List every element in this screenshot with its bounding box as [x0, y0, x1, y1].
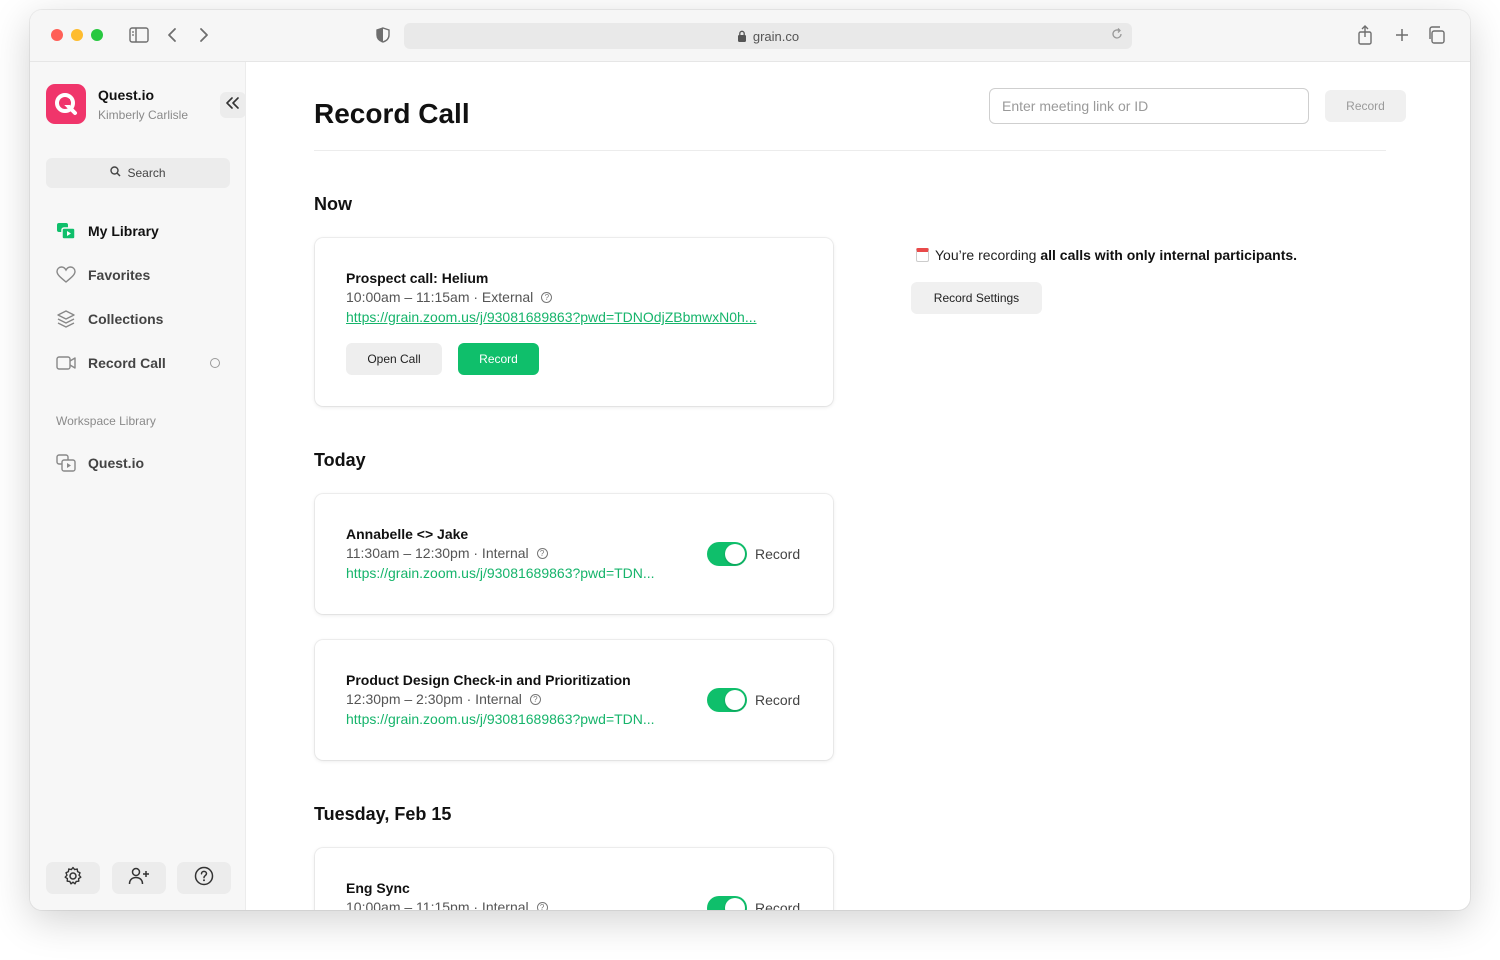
back-icon[interactable]	[161, 24, 183, 46]
record-link-button[interactable]: Record	[1325, 90, 1406, 122]
call-time: 11:30am – 12:30pm · Internal ?	[346, 545, 548, 561]
call-time: 10:00am – 11:15pm · Internal ?	[346, 899, 548, 910]
meeting-link-input[interactable]	[989, 88, 1309, 124]
call-title: Annabelle <> Jake	[346, 526, 469, 542]
forward-icon[interactable]	[193, 24, 215, 46]
call-time-text: 10:00am – 11:15pm · Internal	[346, 899, 529, 910]
record-settings-button[interactable]: Record Settings	[911, 282, 1042, 314]
record-call-button[interactable]: Record	[458, 343, 539, 375]
collapse-sidebar-button[interactable]	[220, 92, 246, 118]
share-icon[interactable]	[1354, 24, 1376, 46]
sidebar-item-label: Record Call	[88, 355, 166, 371]
heart-icon	[56, 265, 76, 285]
double-chevron-left-icon	[226, 96, 240, 114]
zoom-window-button[interactable]	[91, 29, 103, 41]
invite-user-button[interactable]	[112, 862, 166, 894]
search-icon	[110, 166, 122, 180]
url-text: grain.co	[752, 28, 800, 44]
info-icon[interactable]: ?	[536, 901, 548, 910]
workspace-library-heading: Workspace Library	[56, 414, 156, 428]
sidebar-item-record-call[interactable]: Record Call	[46, 346, 230, 380]
call-card-tuesday-1: Eng Sync 10:00am – 11:15pm · Internal ? …	[315, 848, 833, 910]
tab-overview-icon[interactable]	[1425, 24, 1447, 46]
calendar-icon	[916, 248, 929, 262]
notice-bold: all calls with only internal participant…	[1040, 247, 1298, 263]
call-time-text: 10:00am – 11:15am · External	[346, 289, 534, 305]
main-content: Record Call Record Now Prospect call: He…	[246, 62, 1470, 910]
header-divider	[314, 150, 1386, 151]
search-label: Search	[127, 166, 166, 180]
recording-status-indicator	[210, 358, 220, 368]
record-toggle[interactable]	[707, 688, 747, 712]
privacy-shield-icon[interactable]	[372, 24, 394, 46]
search-button[interactable]: Search	[46, 158, 230, 188]
sidebar-item-my-library[interactable]: My Library	[46, 214, 230, 248]
workspace-library-icon	[56, 453, 76, 473]
address-bar[interactable]: grain.co	[404, 23, 1132, 49]
call-title: Product Design Check-in and Prioritizati…	[346, 672, 631, 688]
info-icon[interactable]: ?	[541, 291, 553, 303]
sidebar-item-label: Favorites	[88, 267, 151, 283]
info-icon[interactable]: ?	[529, 693, 541, 705]
add-user-icon	[128, 867, 150, 890]
call-time: 10:00am – 11:15am · External ?	[346, 289, 553, 305]
record-toggle-label: Record	[755, 692, 801, 708]
sidebar-item-workspace-quest[interactable]: Quest.io	[46, 446, 230, 480]
call-link[interactable]: https://grain.zoom.us/j/93081689863?pwd=…	[346, 309, 757, 325]
section-heading-tuesday: Tuesday, Feb 15	[314, 804, 452, 824]
close-window-button[interactable]	[51, 29, 63, 41]
open-call-button[interactable]: Open Call	[346, 343, 442, 375]
call-card-now: Prospect call: Helium 10:00am – 11:15am …	[315, 238, 833, 406]
help-button[interactable]	[177, 862, 231, 894]
layers-icon	[56, 309, 76, 329]
section-heading-now: Now	[314, 194, 352, 214]
sidebar-item-favorites[interactable]: Favorites	[46, 258, 230, 292]
call-time-text: 11:30am – 12:30pm · Internal	[346, 545, 529, 561]
quest-logo-icon	[46, 84, 86, 124]
record-toggle-label: Record	[755, 546, 801, 562]
new-tab-icon[interactable]	[1391, 24, 1413, 46]
toggle-knob	[725, 690, 745, 710]
page-title: Record Call	[314, 98, 470, 129]
toggle-knob	[725, 544, 745, 564]
browser-window: grain.co Quest.io Kimberly Carlisle Sear…	[30, 10, 1470, 910]
call-time: 12:30pm – 2:30pm · Internal ?	[346, 691, 541, 707]
recording-notice: You’re recording all calls with only int…	[916, 247, 1297, 263]
call-title: Eng Sync	[346, 880, 410, 896]
video-camera-icon	[56, 353, 76, 373]
call-time-text: 12:30pm – 2:30pm · Internal	[346, 691, 522, 707]
call-title: Prospect call: Helium	[346, 270, 489, 286]
sidebar-item-label: Quest.io	[88, 455, 145, 471]
sidebar: Quest.io Kimberly Carlisle Search My Lib…	[30, 62, 246, 910]
section-heading-today: Today	[314, 450, 366, 470]
toggle-knob	[725, 898, 745, 910]
help-icon	[194, 866, 214, 891]
sidebar-item-label: My Library	[88, 223, 159, 239]
record-toggle[interactable]	[707, 896, 747, 910]
gear-icon	[63, 866, 83, 891]
sidebar-item-label: Collections	[88, 311, 164, 327]
call-link[interactable]: https://grain.zoom.us/j/93081689863?pwd=…	[346, 565, 655, 581]
user-name: Kimberly Carlisle	[98, 108, 189, 122]
reload-icon[interactable]	[1110, 27, 1124, 44]
minimize-window-button[interactable]	[71, 29, 83, 41]
record-toggle[interactable]	[707, 542, 747, 566]
notice-prefix: You’re recording	[935, 247, 1041, 263]
settings-button[interactable]	[46, 862, 100, 894]
sidebar-item-collections[interactable]: Collections	[46, 302, 230, 336]
record-toggle-label: Record	[755, 900, 801, 910]
org-name: Quest.io	[98, 87, 155, 103]
lock-icon	[737, 30, 746, 42]
call-card-today-2: Product Design Check-in and Prioritizati…	[315, 640, 833, 760]
browser-toolbar: grain.co	[30, 10, 1470, 62]
call-card-today-1: Annabelle <> Jake 11:30am – 12:30pm · In…	[315, 494, 833, 614]
info-icon[interactable]: ?	[536, 547, 548, 559]
library-icon	[56, 221, 76, 241]
sidebar-toggle-icon[interactable]	[128, 24, 150, 46]
notice-text: You’re recording all calls with only int…	[935, 247, 1297, 263]
call-link[interactable]: https://grain.zoom.us/j/93081689863?pwd=…	[346, 711, 655, 727]
